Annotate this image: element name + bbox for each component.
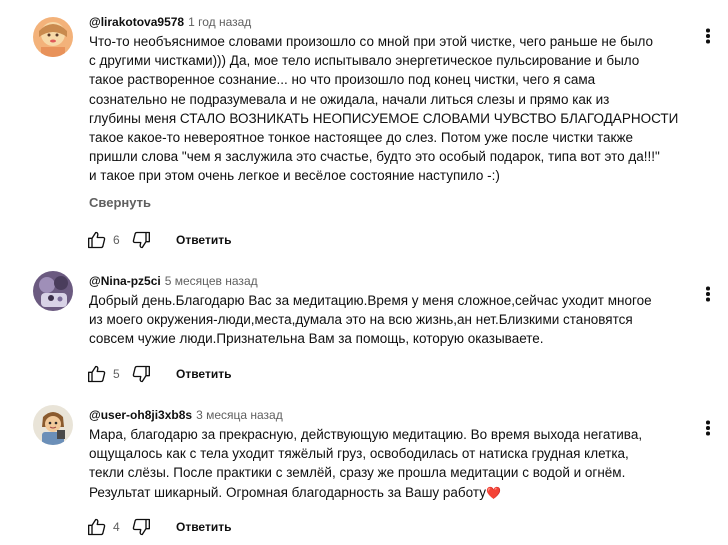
comment-menu-button[interactable] bbox=[700, 26, 716, 46]
comment-meta: @user-oh8ji3xb8s 3 месяца назад bbox=[89, 407, 699, 423]
comment-body: @user-oh8ji3xb8s 3 месяца назад Мара, бла… bbox=[89, 407, 699, 503]
thumb-down-icon bbox=[132, 365, 150, 383]
dislike-button[interactable] bbox=[130, 516, 152, 538]
avatar-image bbox=[33, 271, 73, 311]
thumb-up-icon bbox=[88, 518, 106, 536]
like-button[interactable] bbox=[86, 516, 108, 538]
thumb-down-icon bbox=[132, 231, 150, 249]
avatar-image bbox=[33, 17, 73, 57]
author-name[interactable]: @Nina-pz5ci bbox=[89, 274, 161, 288]
comment-time[interactable]: 1 год назад bbox=[188, 15, 251, 29]
comment-text: Мара, благодарю за прекрасную, действующ… bbox=[89, 425, 699, 503]
thumb-up-icon bbox=[88, 231, 106, 249]
more-vertical-icon bbox=[706, 34, 710, 38]
avatar[interactable] bbox=[33, 405, 73, 445]
like-button[interactable] bbox=[86, 229, 108, 251]
dislike-button[interactable] bbox=[130, 229, 152, 251]
dislike-button[interactable] bbox=[130, 363, 152, 385]
heart-emoji: ❤️ bbox=[485, 485, 501, 500]
like-count: 5 bbox=[113, 367, 120, 381]
more-vertical-icon bbox=[706, 426, 710, 430]
comment-text-content: Мара, благодарю за прекрасную, действующ… bbox=[89, 427, 643, 500]
comment-meta: @lirakotova9578 1 год назад bbox=[89, 14, 699, 30]
comment-text: Что-то необъяснимое словами произошло со… bbox=[89, 34, 679, 184]
like-button[interactable] bbox=[86, 363, 108, 385]
comment-text: Добрый день.Благодарю Вас за медитацию.В… bbox=[89, 293, 652, 347]
comment-actions: 5 Ответить bbox=[86, 362, 231, 386]
author-name[interactable]: @lirakotova9578 bbox=[89, 15, 184, 29]
comment-menu-button[interactable] bbox=[700, 418, 716, 438]
comment-time[interactable]: 5 месяцев назад bbox=[165, 274, 258, 288]
avatar-image bbox=[33, 405, 73, 445]
comment-body: @lirakotova9578 1 год назад Что-то необъя… bbox=[89, 14, 699, 211]
comment-actions: 6 Ответить bbox=[86, 228, 231, 252]
author-name[interactable]: @user-oh8ji3xb8s bbox=[89, 408, 192, 422]
comment-meta: @Nina-pz5ci 5 месяцев назад bbox=[89, 273, 699, 289]
more-vertical-icon bbox=[706, 292, 710, 296]
comment-body: @Nina-pz5ci 5 месяцев назад Добрый день.Б… bbox=[89, 273, 699, 349]
comment-actions: 4 Ответить bbox=[86, 515, 231, 539]
avatar[interactable] bbox=[33, 17, 73, 57]
reply-button[interactable]: Ответить bbox=[176, 520, 231, 534]
like-count: 6 bbox=[113, 233, 120, 247]
like-count: 4 bbox=[113, 520, 120, 534]
comment-menu-button[interactable] bbox=[700, 284, 716, 304]
thumb-up-icon bbox=[88, 365, 106, 383]
thumb-down-icon bbox=[132, 518, 150, 536]
avatar[interactable] bbox=[33, 271, 73, 311]
collapse-button[interactable]: Свернуть bbox=[89, 195, 699, 211]
reply-button[interactable]: Ответить bbox=[176, 367, 231, 381]
reply-button[interactable]: Ответить bbox=[176, 233, 231, 247]
comment-time[interactable]: 3 месяца назад bbox=[196, 408, 283, 422]
